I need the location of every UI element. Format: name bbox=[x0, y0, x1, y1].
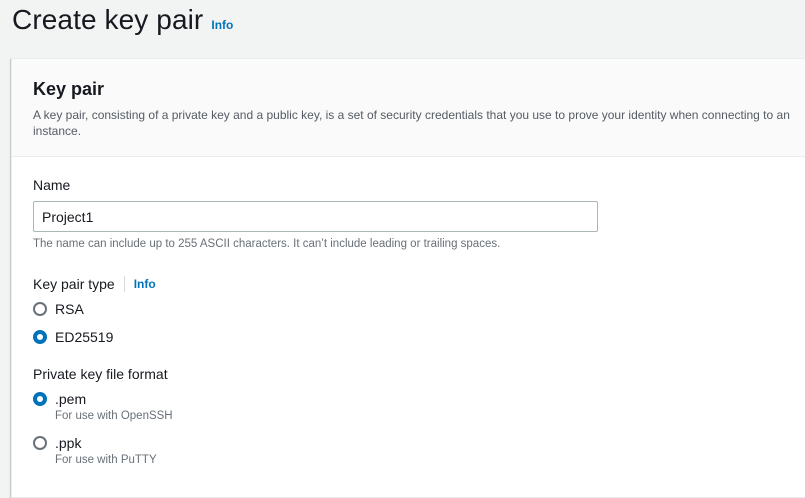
radio-pem-label: .pem bbox=[55, 391, 87, 407]
private-key-format-field: Private key file format .pem For use wit… bbox=[33, 366, 790, 466]
panel-body: Name The name can include up to 255 ASCI… bbox=[12, 157, 805, 466]
radio-pem-description: For use with OpenSSH bbox=[55, 410, 173, 422]
name-hint: The name can include up to 255 ASCII cha… bbox=[33, 238, 501, 250]
page-title: Create key pair bbox=[12, 4, 204, 35]
panel-header: Key pair A key pair, consisting of a pri… bbox=[12, 59, 805, 157]
radio-ppk-label: .ppk bbox=[55, 435, 82, 451]
page-header: Create key pair Info bbox=[12, 4, 233, 36]
key-pair-type-info-link[interactable]: Info bbox=[134, 277, 156, 291]
panel-description: A key pair, consisting of a private key … bbox=[33, 108, 790, 138]
key-pair-type-label-row: Key pair type Info bbox=[33, 276, 790, 292]
panel-title: Key pair bbox=[33, 79, 105, 99]
label-divider bbox=[123, 276, 125, 292]
key-pair-panel: Key pair A key pair, consisting of a pri… bbox=[11, 58, 805, 498]
page-info-link[interactable]: Info bbox=[211, 18, 233, 32]
radio-rsa-label: RSA bbox=[55, 301, 84, 317]
key-pair-type-radio-group: RSA ED25519 bbox=[33, 300, 790, 346]
radio-ppk-description: For use with PuTTY bbox=[55, 454, 157, 466]
private-key-format-radio-group: .pem For use with OpenSSH .ppk For use w… bbox=[33, 390, 790, 466]
radio-ed25519-circle[interactable] bbox=[33, 330, 47, 344]
name-input[interactable] bbox=[33, 201, 598, 232]
radio-rsa[interactable]: RSA bbox=[33, 300, 790, 318]
radio-ed25519-label: ED25519 bbox=[55, 329, 114, 345]
private-key-format-label: Private key file format bbox=[33, 366, 168, 382]
key-pair-type-label: Key pair type bbox=[33, 276, 115, 292]
radio-ppk[interactable]: .ppk For use with PuTTY bbox=[33, 434, 790, 466]
radio-rsa-circle[interactable] bbox=[33, 302, 47, 316]
radio-pem-circle[interactable] bbox=[33, 392, 47, 406]
radio-pem[interactable]: .pem For use with OpenSSH bbox=[33, 390, 790, 422]
name-label: Name bbox=[33, 177, 71, 193]
radio-ed25519[interactable]: ED25519 bbox=[33, 328, 790, 346]
radio-ppk-circle[interactable] bbox=[33, 436, 47, 450]
key-pair-type-field: Key pair type Info RSA ED25519 bbox=[33, 276, 790, 346]
name-field: Name The name can include up to 255 ASCI… bbox=[33, 177, 790, 250]
